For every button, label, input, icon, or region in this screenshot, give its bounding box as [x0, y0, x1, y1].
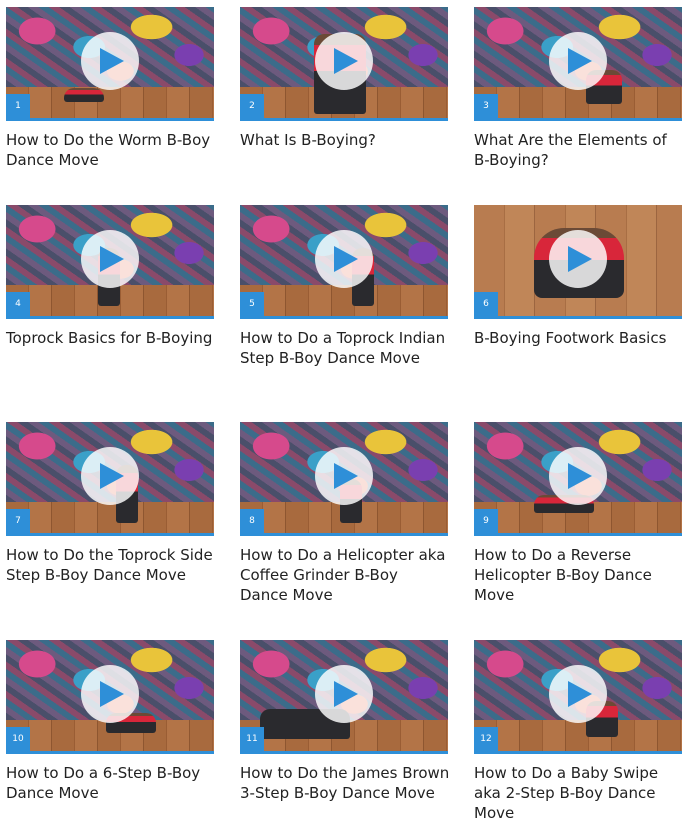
video-thumbnail[interactable]: 5 [240, 205, 448, 319]
video-number-badge: 1 [6, 94, 30, 118]
video-card-2[interactable]: 2 What Is B-Boying? [240, 7, 448, 150]
play-button[interactable] [315, 31, 373, 90]
play-icon [334, 47, 358, 74]
video-number-badge: 10 [6, 727, 30, 751]
video-title[interactable]: What Is B-Boying? [240, 130, 450, 150]
play-button[interactable] [81, 446, 139, 505]
play-icon [100, 462, 124, 489]
video-thumbnail[interactable]: 6 [474, 205, 682, 319]
video-number-badge: 9 [474, 509, 498, 533]
video-thumbnail[interactable]: 7 [6, 422, 214, 536]
video-thumbnail[interactable]: 1 [6, 7, 214, 121]
video-card-3[interactable]: 3 What Are the Elements of B-Boying? [474, 7, 682, 170]
video-thumbnail[interactable]: 11 [240, 640, 448, 754]
play-button[interactable] [315, 229, 373, 288]
video-number-badge: 8 [240, 509, 264, 533]
video-number-badge: 3 [474, 94, 498, 118]
video-title[interactable]: B-Boying Footwork Basics [474, 328, 684, 348]
video-number-badge: 4 [6, 292, 30, 316]
play-button[interactable] [315, 446, 373, 505]
play-icon [334, 245, 358, 272]
video-thumbnail[interactable]: 12 [474, 640, 682, 754]
video-card-9[interactable]: 9 How to Do a Reverse Helicopter B-Boy D… [474, 422, 682, 605]
video-card-5[interactable]: 5 How to Do a Toprock Indian Step B-Boy … [240, 205, 448, 368]
play-icon [568, 680, 592, 707]
video-title[interactable]: How to Do a Toprock Indian Step B-Boy Da… [240, 328, 450, 368]
play-icon [334, 680, 358, 707]
video-card-6[interactable]: 6 B-Boying Footwork Basics [474, 205, 682, 348]
video-number-badge: 5 [240, 292, 264, 316]
video-number-badge: 6 [474, 292, 498, 316]
video-card-8[interactable]: 8 How to Do a Helicopter aka Coffee Grin… [240, 422, 448, 605]
video-title[interactable]: How to Do the Toprock Side Step B-Boy Da… [6, 545, 216, 585]
play-button[interactable] [315, 664, 373, 723]
video-card-11[interactable]: 11 How to Do the James Brown 3-Step B-Bo… [240, 640, 450, 803]
video-number-badge: 7 [6, 509, 30, 533]
video-title[interactable]: Toprock Basics for B-Boying [6, 328, 216, 348]
video-title[interactable]: How to Do the Worm B-Boy Dance Move [6, 130, 216, 170]
play-icon [100, 680, 124, 707]
video-thumbnail[interactable]: 8 [240, 422, 448, 536]
play-button[interactable] [549, 446, 607, 505]
video-grid: 1 How to Do the Worm B-Boy Dance Move 2 … [0, 0, 684, 822]
video-thumbnail[interactable]: 9 [474, 422, 682, 536]
video-thumbnail[interactable]: 10 [6, 640, 214, 754]
play-icon [334, 462, 358, 489]
play-button[interactable] [81, 229, 139, 288]
play-button[interactable] [549, 229, 607, 288]
video-thumbnail[interactable]: 3 [474, 7, 682, 121]
play-icon [100, 47, 124, 74]
video-title[interactable]: How to Do a Helicopter aka Coffee Grinde… [240, 545, 450, 605]
video-number-badge: 11 [240, 727, 264, 751]
video-title[interactable]: How to Do a Baby Swipe aka 2-Step B-Boy … [474, 763, 684, 823]
play-icon [568, 462, 592, 489]
play-icon [568, 47, 592, 74]
video-card-1[interactable]: 1 How to Do the Worm B-Boy Dance Move [6, 7, 214, 170]
video-number-badge: 12 [474, 727, 498, 751]
video-title[interactable]: What Are the Elements of B-Boying? [474, 130, 684, 170]
video-title[interactable]: How to Do a Reverse Helicopter B-Boy Dan… [474, 545, 684, 605]
play-button[interactable] [549, 664, 607, 723]
video-title[interactable]: How to Do a 6-Step B-Boy Dance Move [6, 763, 216, 803]
video-title[interactable]: How to Do the James Brown 3-Step B-Boy D… [240, 763, 450, 803]
video-thumbnail[interactable]: 4 [6, 205, 214, 319]
play-icon [100, 245, 124, 272]
video-card-4[interactable]: 4 Toprock Basics for B-Boying [6, 205, 214, 348]
video-thumbnail[interactable]: 2 [240, 7, 448, 121]
video-number-badge: 2 [240, 94, 264, 118]
play-icon [568, 245, 592, 272]
play-button[interactable] [81, 664, 139, 723]
play-button[interactable] [549, 31, 607, 90]
video-card-12[interactable]: 12 How to Do a Baby Swipe aka 2-Step B-B… [474, 640, 682, 823]
video-card-10[interactable]: 10 How to Do a 6-Step B-Boy Dance Move [6, 640, 214, 803]
play-button[interactable] [81, 31, 139, 90]
video-card-7[interactable]: 7 How to Do the Toprock Side Step B-Boy … [6, 422, 214, 585]
